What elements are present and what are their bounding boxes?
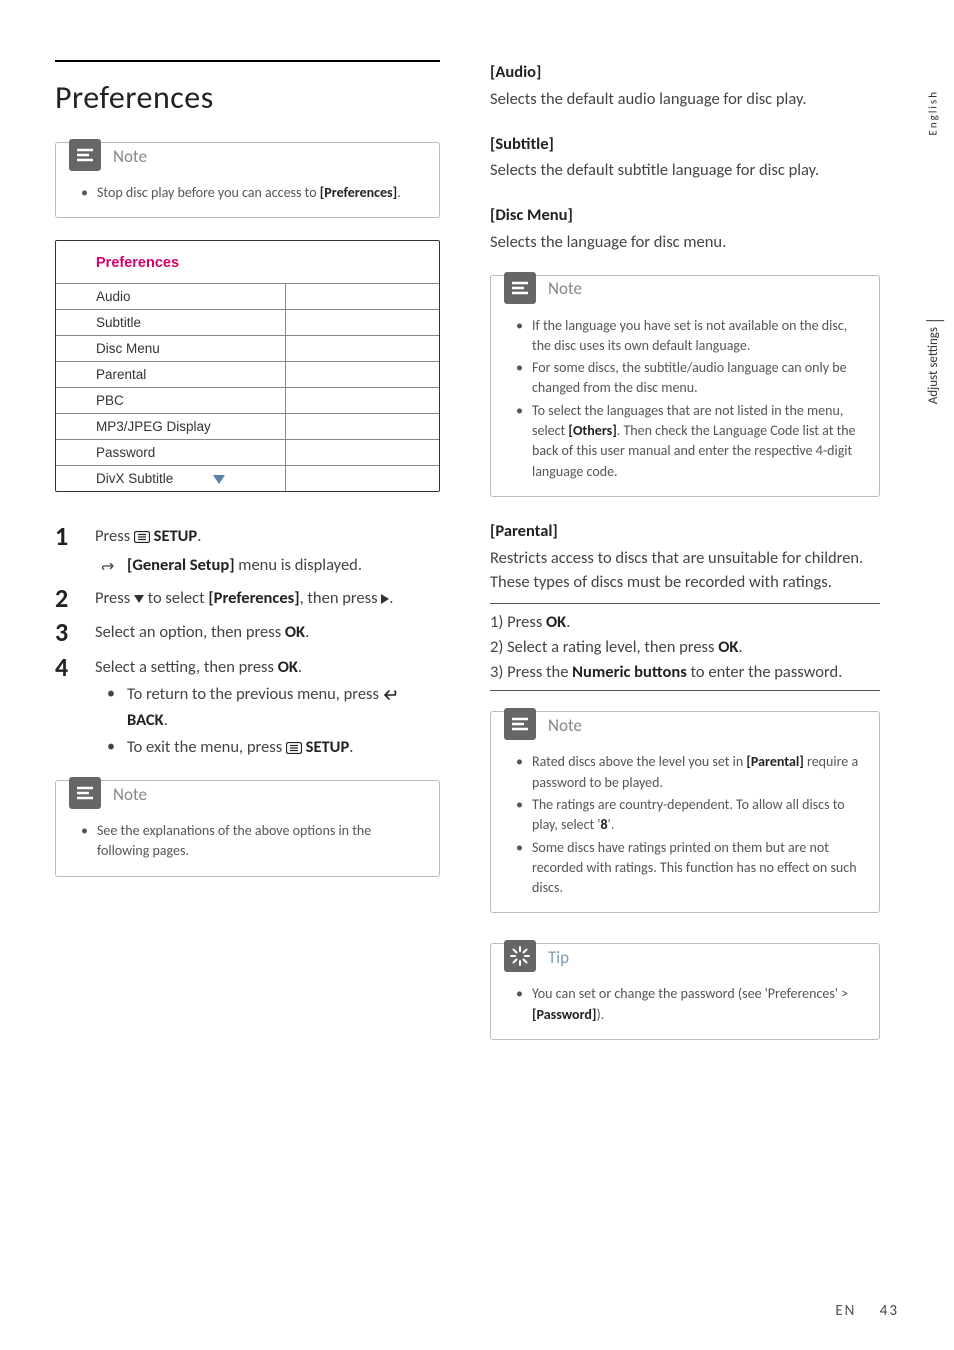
section-body: Selects the default audio language for d… (490, 87, 880, 112)
list-item: The ratings are country-dependent. To al… (516, 795, 864, 836)
menu-value (286, 440, 439, 466)
footer-page-number: 43 (880, 1302, 899, 1320)
right-column: [Audio]Selects the default audio languag… (490, 60, 880, 1062)
list-item: To select the languages that are not lis… (516, 401, 864, 482)
menu-table: AudioSubtitleDisc MenuParentalPBCMP3/JPE… (56, 283, 439, 491)
note-list: See the explanations of the above option… (71, 821, 424, 862)
note-icon (69, 777, 101, 809)
section-title: [Parental] (490, 519, 880, 544)
parental-step: 1) Press OK. (490, 610, 880, 635)
note-list: Rated discs above the level you set in [… (506, 752, 864, 898)
preferences-menu: Preferences AudioSubtitleDisc MenuParent… (55, 240, 440, 492)
menu-value (286, 466, 439, 492)
parental-step: 3) Press the Numeric buttons to enter th… (490, 660, 880, 685)
menu-item: Disc Menu (56, 336, 286, 362)
step-sub: To exit the menu, press SETUP. (95, 735, 440, 762)
step-body: Select a setting, then press OK.To retur… (95, 653, 440, 762)
tip-box: Tip You can set or change the password (… (490, 943, 880, 1040)
menu-item: PBC (56, 388, 286, 414)
list-item: If the language you have set is not avai… (516, 316, 864, 357)
section-title: [Subtitle] (490, 132, 880, 157)
menu-value (286, 362, 439, 388)
note-title: Note (548, 277, 582, 302)
list-item: You can set or change the password (see … (516, 984, 864, 1025)
tip-title: Tip (548, 946, 569, 971)
menu-item: DivX Subtitle (56, 466, 286, 492)
parental-section: [Parental] Restricts access to discs tha… (490, 519, 880, 692)
left-column: Preferences Note Stop disc play before y… (55, 60, 440, 1062)
chevron-down-icon (213, 475, 225, 484)
section-title: [Audio] (490, 60, 880, 85)
menu-value (286, 310, 439, 336)
step-number: 3 (55, 618, 95, 647)
tip-list: You can set or change the password (see … (506, 984, 864, 1025)
note-box-3: Note If the language you have set is not… (490, 275, 880, 497)
section-body: Selects the language for disc menu. (490, 230, 880, 255)
side-tab-section: Adjust settings (926, 320, 944, 404)
note-icon (69, 139, 101, 171)
menu-item: Audio (56, 284, 286, 310)
menu-value (286, 414, 439, 440)
section-title: [Disc Menu] (490, 203, 880, 228)
note-box-2: Note See the explanations of the above o… (55, 780, 440, 877)
note-icon (504, 708, 536, 740)
section: [Subtitle]Selects the default subtitle l… (490, 132, 880, 184)
note-title: Note (548, 714, 582, 739)
steps-list: 1Press SETUP.[General Setup] menu is dis… (55, 522, 440, 762)
note-title: Note (113, 145, 147, 170)
section-body: Selects the default subtitle language fo… (490, 158, 880, 183)
section-body: Restricts access to discs that are unsui… (490, 546, 880, 596)
list-item: Rated discs above the level you set in [… (516, 752, 864, 793)
footer-lang: EN (835, 1302, 856, 1320)
list-item: Some discs have ratings printed on them … (516, 838, 864, 899)
side-tab-language: English (926, 90, 939, 135)
menu-item: Password (56, 440, 286, 466)
step-number: 1 (55, 522, 95, 578)
step-body: Press SETUP.[General Setup] menu is disp… (95, 522, 362, 578)
page-footer: EN 43 (835, 1302, 899, 1320)
tip-icon (504, 940, 536, 972)
note-title: Note (113, 783, 147, 808)
parental-step: 2) Select a rating level, then press OK. (490, 635, 880, 660)
menu-item: Subtitle (56, 310, 286, 336)
parental-steps: 1) Press OK.2) Select a rating level, th… (490, 603, 880, 691)
menu-value (286, 284, 439, 310)
step-body: Select an option, then press OK. (95, 618, 309, 647)
list-item: For some discs, the subtitle/audio langu… (516, 358, 864, 399)
step-body: Press to select [Preferences], then pres… (95, 584, 393, 613)
page-title: Preferences (55, 60, 440, 117)
menu-value (286, 388, 439, 414)
section: [Disc Menu]Selects the language for disc… (490, 203, 880, 255)
step-number: 2 (55, 584, 95, 613)
note-list: If the language you have set is not avai… (506, 316, 864, 482)
menu-value (286, 336, 439, 362)
menu-title: Preferences (56, 241, 439, 283)
note-list: Stop disc play before you can access to … (71, 183, 424, 203)
step-sub: [General Setup] menu is displayed. (95, 553, 362, 578)
note-box-1: Note Stop disc play before you can acces… (55, 142, 440, 218)
note-box-4: Note Rated discs above the level you set… (490, 711, 880, 913)
section: [Audio]Selects the default audio languag… (490, 60, 880, 112)
step-number: 4 (55, 653, 95, 762)
menu-item: Parental (56, 362, 286, 388)
list-item: See the explanations of the above option… (81, 821, 424, 862)
list-item: Stop disc play before you can access to … (81, 183, 424, 203)
note-icon (504, 272, 536, 304)
step-sub: To return to the previous menu, press BA… (95, 682, 440, 734)
menu-item: MP3/JPEG Display (56, 414, 286, 440)
